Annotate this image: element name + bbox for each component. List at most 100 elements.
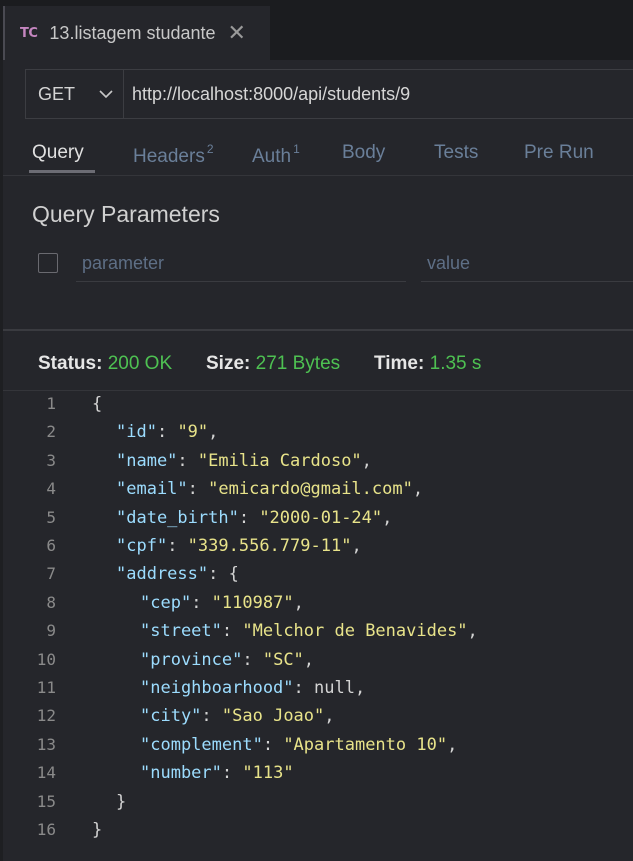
code-line: 15} xyxy=(3,792,633,820)
json-comma: , xyxy=(382,507,393,528)
code-text: "cep": "110987", xyxy=(140,593,304,613)
json-comma: , xyxy=(467,621,478,642)
line-number: 3 xyxy=(46,450,56,470)
size-indicator: Size: 271 Bytes xyxy=(206,353,340,375)
time-label: Time: xyxy=(374,353,425,374)
json-key: "cep" xyxy=(140,592,192,613)
json-comma: , xyxy=(324,706,335,727)
tab-tests[interactable]: Tests xyxy=(434,142,478,164)
line-number: 16 xyxy=(36,820,56,839)
json-value: "9" xyxy=(177,422,209,443)
code-line: 1{ xyxy=(3,394,633,422)
chevron-down-icon[interactable] xyxy=(99,89,113,99)
json-key: "id" xyxy=(116,422,157,443)
code-text: { xyxy=(92,394,102,414)
json-value: "Sao Joao" xyxy=(221,706,325,727)
line-number: 6 xyxy=(46,536,56,555)
json-key: "city" xyxy=(140,706,202,727)
request-tab-title[interactable]: 13.listagem studante xyxy=(49,23,215,44)
json-key: "email" xyxy=(116,479,188,500)
json-comma: , xyxy=(354,678,366,698)
line-number: 2 xyxy=(46,422,56,442)
line-number: 9 xyxy=(46,621,56,641)
size-value: 271 Bytes xyxy=(255,353,341,374)
code-text: "number": "113" xyxy=(140,763,294,783)
size-label: Size: xyxy=(206,353,251,374)
code-text: } xyxy=(92,820,102,840)
code-text: "street": "Melchor de Benavides", xyxy=(140,621,478,641)
parameter-name-input[interactable] xyxy=(76,246,406,282)
json-key: "date_birth" xyxy=(116,507,239,528)
json-colon: : xyxy=(262,734,284,755)
pane-divider[interactable] xyxy=(3,329,633,331)
json-value: "110987" xyxy=(211,592,294,613)
json-colon: : xyxy=(187,479,209,500)
status-label: Status: xyxy=(38,353,103,374)
code-line: 14 "number": "113" xyxy=(3,763,633,791)
tab-body-label: Body xyxy=(342,142,386,163)
response-status-bar: Status: 200 OK Size: 271 Bytes Time: 1.3… xyxy=(3,350,633,391)
query-parameters-title: Query Parameters xyxy=(32,201,220,227)
code-text: "province": "SC", xyxy=(140,650,314,670)
line-number: 8 xyxy=(46,592,56,612)
tab-auth[interactable]: Auth 1 xyxy=(252,142,300,168)
parameter-value-input[interactable] xyxy=(421,246,633,282)
tab-body[interactable]: Body xyxy=(342,142,385,164)
json-comma: , xyxy=(293,592,304,613)
method-label[interactable]: GET xyxy=(38,84,75,105)
json-value: "339.556.779-11" xyxy=(187,536,352,556)
code-text: "neighboarhood": null, xyxy=(140,678,365,698)
method-select[interactable]: GET xyxy=(26,70,124,118)
time-indicator: Time: 1.35 s xyxy=(374,353,481,375)
json-key: "neighboarhood" xyxy=(140,678,294,698)
tab-auth-label: Auth xyxy=(252,146,292,167)
json-key: "name" xyxy=(116,450,178,471)
url-input[interactable] xyxy=(132,83,622,105)
json-key: "complement" xyxy=(140,734,263,755)
json-brace: { xyxy=(92,394,103,414)
code-text: "cpf": "339.556.779-11", xyxy=(116,536,362,556)
json-value: "113" xyxy=(242,763,294,784)
line-number: 11 xyxy=(36,678,56,697)
close-icon[interactable]: ✕ xyxy=(228,22,246,44)
line-number: 4 xyxy=(46,479,56,499)
json-value: "emicardo@gmail.com" xyxy=(208,479,413,500)
code-line: 6 "cpf": "339.556.779-11", xyxy=(3,536,633,564)
time-value: 1.35 s xyxy=(429,353,482,374)
json-colon: : xyxy=(191,592,212,613)
code-text: "id": "9", xyxy=(116,422,218,442)
json-colon: : xyxy=(167,536,188,556)
line-number: 7 xyxy=(46,564,56,584)
json-value: "Melchor de Benavides" xyxy=(242,621,468,642)
line-number: 10 xyxy=(36,649,56,669)
tab-query[interactable]: Query xyxy=(32,142,84,164)
json-value: "SC" xyxy=(262,649,304,670)
json-comma: , xyxy=(303,649,315,670)
tab-tests-label: Tests xyxy=(434,142,479,163)
code-text: "address": { xyxy=(116,564,239,584)
tab-headers[interactable]: Headers 2 xyxy=(133,142,214,168)
json-value: { xyxy=(228,564,239,585)
json-comma: , xyxy=(447,734,458,755)
status-indicator: Status: 200 OK xyxy=(38,353,172,375)
json-colon: : xyxy=(238,507,260,528)
json-comma: , xyxy=(412,479,424,500)
line-number: 5 xyxy=(46,507,56,527)
json-colon: : xyxy=(293,678,315,698)
json-colon: : xyxy=(221,621,243,642)
code-line: 5 "date_birth": "2000-01-24", xyxy=(3,508,633,536)
headers-count-badge: 2 xyxy=(206,142,214,156)
json-colon: : xyxy=(208,564,229,585)
code-line: 12 "city": "Sao Joao", xyxy=(3,706,633,734)
active-tab-indicator xyxy=(29,170,95,173)
code-text: "city": "Sao Joao", xyxy=(140,706,335,726)
json-colon: : xyxy=(242,649,263,670)
json-value: "2000-01-24" xyxy=(259,507,383,528)
request-panel: GET Query Headers2 Auth1 Body Tests Pre … xyxy=(3,60,633,861)
code-text: "complement": "Apartamento 10", xyxy=(140,735,457,755)
param-enable-checkbox[interactable] xyxy=(38,253,58,273)
json-colon: : xyxy=(156,422,178,443)
request-tabs: Query Headers 2 Auth 1 Body Tests Pre Run xyxy=(3,134,633,176)
tab-pre-run[interactable]: Pre Run xyxy=(524,142,594,164)
request-tab[interactable]: TC 13.listagem studante ✕ xyxy=(3,6,270,60)
